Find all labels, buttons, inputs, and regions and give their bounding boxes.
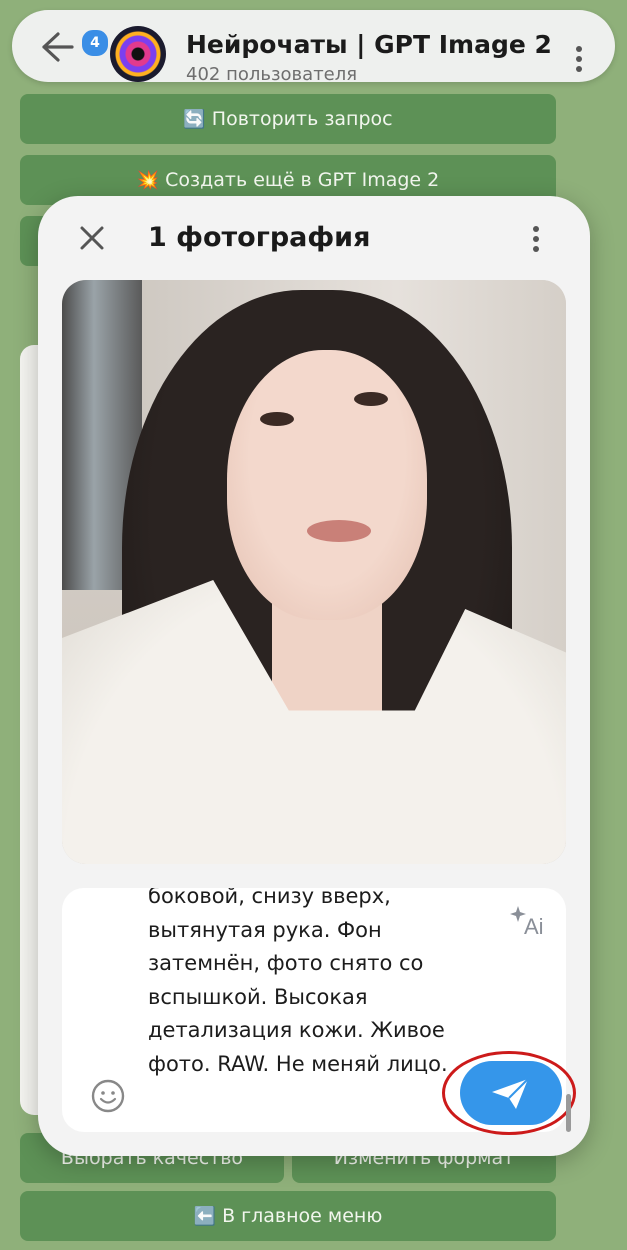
create-more-label: Создать ещё в GPT Image 2 (165, 169, 440, 191)
repeat-icon: 🔄 (183, 108, 206, 130)
chat-member-count: 402 пользователя (186, 64, 358, 85)
more-vertical-icon[interactable] (575, 46, 583, 76)
back-arrow-icon: ⬅️ (193, 1205, 217, 1227)
chat-header: 4 Нейрочаты | GPT Image 2 | ... 402 поль… (12, 10, 615, 85)
dialog-title: 1 фотография (148, 222, 371, 253)
photo-preview[interactable] (62, 280, 566, 864)
arrow-left-icon (42, 32, 74, 62)
emoji-button[interactable] (90, 1078, 126, 1114)
avatar[interactable] (110, 26, 166, 82)
close-button[interactable] (78, 224, 106, 252)
scrollbar[interactable] (566, 1094, 571, 1132)
main-menu-button[interactable]: ⬅️ В главное меню (20, 1191, 556, 1241)
repeat-request-button[interactable]: 🔄 Повторить запрос (20, 94, 556, 144)
send-photo-dialog: 1 фотография боковой, снизу вверх, вытян… (38, 196, 590, 1156)
smiley-icon (91, 1079, 125, 1113)
back-button[interactable] (38, 30, 78, 64)
more-vertical-icon[interactable] (532, 226, 540, 256)
main-menu-label: В главное меню (222, 1205, 383, 1227)
highlight-circle (442, 1051, 576, 1135)
caption-text[interactable]: боковой, снизу вверх, вытянутая рука. Фо… (148, 888, 478, 1081)
chat-title[interactable]: Нейрочаты | GPT Image 2 | ... (186, 30, 551, 59)
close-icon (80, 226, 104, 250)
ai-rewrite-button[interactable]: Ai (510, 902, 550, 942)
explosion-icon: 💥 (136, 169, 160, 191)
repeat-request-label: Повторить запрос (211, 108, 393, 130)
ai-label: Ai (524, 914, 544, 939)
unread-badge: 4 (80, 28, 110, 58)
